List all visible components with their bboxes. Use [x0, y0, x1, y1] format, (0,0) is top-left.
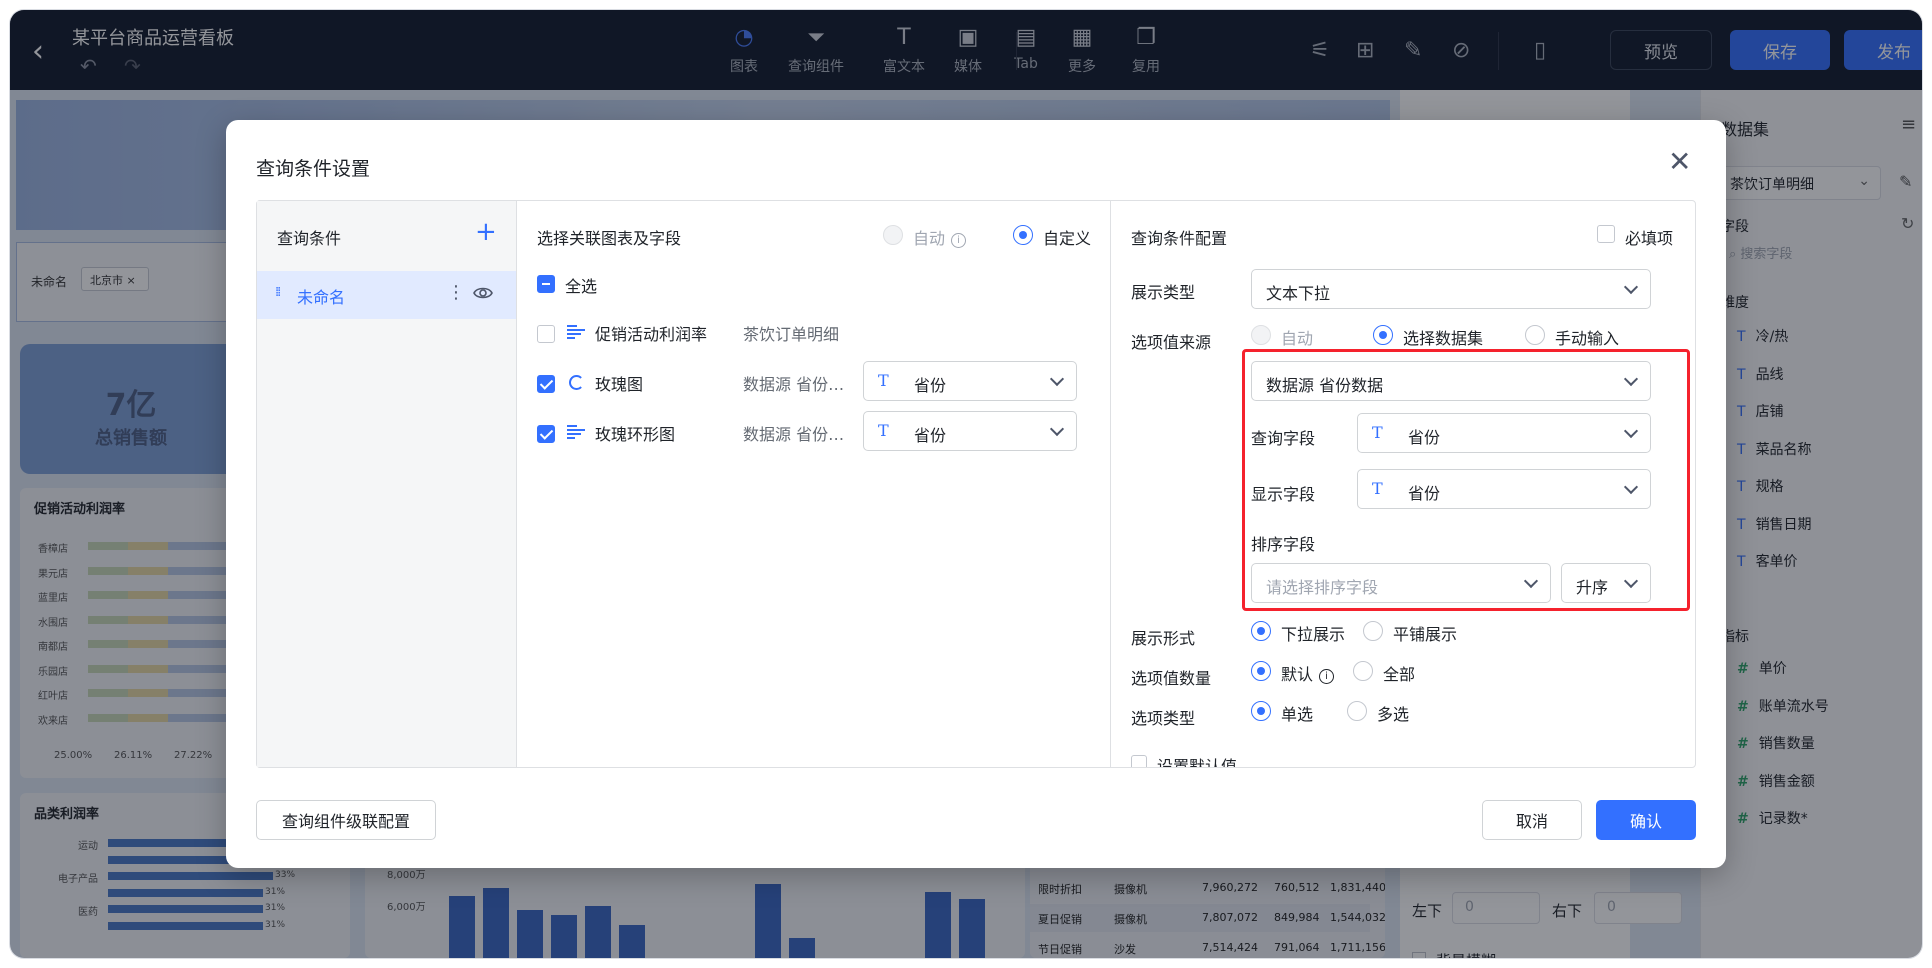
bar-chart-icon — [567, 425, 585, 439]
text-type-icon: T — [878, 421, 889, 440]
dialog-title: 查询条件设置 — [256, 158, 371, 180]
query-field-select[interactable]: T 省份 — [1357, 413, 1651, 453]
linking-column: 选择关联图表及字段 自动 i 自定义 全选 促销活动利润率 茶饮订单明细 玫瑰图 … — [517, 201, 1111, 767]
conditions-column: 查询条件 + ⁞⁞ 未命名 ⋮ — [257, 201, 517, 767]
source-manual-label: 手动输入 — [1555, 329, 1620, 348]
type-single-label: 单选 — [1281, 705, 1314, 724]
source-dataset-select[interactable]: 数据源 省份数据 — [1251, 361, 1651, 401]
linking-title: 选择关联图表及字段 — [537, 229, 682, 248]
query-settings-dialog: 查询条件设置 ✕ 查询条件 + ⁞⁞ 未命名 ⋮ 选择关联图表及字段 自动i — [226, 120, 1726, 868]
source-dataset-radio[interactable] — [1373, 325, 1393, 345]
chart-name: 玫瑰环形图 — [595, 425, 676, 444]
chart-name: 促销活动利润率 — [595, 325, 708, 344]
mode-auto-radio[interactable] — [883, 225, 903, 245]
rose-chart-icon — [569, 375, 584, 390]
source-auto-label: 自动 — [1281, 329, 1314, 348]
cascade-config-button[interactable]: 查询组件级联配置 — [256, 800, 436, 840]
text-type-icon: T — [878, 371, 889, 390]
info-icon: i — [1319, 669, 1335, 684]
close-icon[interactable]: ✕ — [1668, 148, 1691, 176]
default-value-label: 设置默认值 — [1157, 757, 1238, 767]
chart-field-select[interactable]: T 省份 — [863, 411, 1077, 451]
text-type-icon: T — [1372, 479, 1383, 498]
chevron-down-icon — [1623, 423, 1639, 439]
display-form-label: 展示形式 — [1131, 629, 1196, 648]
chart-checkbox[interactable] — [537, 325, 555, 343]
chevron-down-icon — [1049, 371, 1065, 387]
bar-chart-icon — [567, 325, 585, 339]
info-icon: i — [951, 233, 967, 248]
sort-order-select[interactable]: 升序 — [1561, 563, 1651, 603]
cancel-button[interactable]: 取消 — [1482, 800, 1582, 840]
dialog-body: 查询条件 + ⁞⁞ 未命名 ⋮ 选择关联图表及字段 自动 i 自定义 全选 促销… — [256, 200, 1696, 768]
app-window: ‹ 某平台商品运营看板 ↶ ↷ ◔ 图表 ⏷ 查询组件 T 富文本 ▣ 媒体 ▤ Tab ▦ 更多 ❐ 复… — [10, 10, 1922, 958]
chart-name: 玫瑰图 — [595, 375, 644, 394]
mode-auto-label: 自动 i — [913, 225, 967, 249]
type-multi-label: 多选 — [1377, 705, 1410, 724]
chevron-down-icon — [1623, 279, 1639, 295]
chevron-down-icon — [1623, 573, 1639, 589]
form-dropdown-label: 下拉展示 — [1281, 625, 1346, 644]
type-multi-radio[interactable] — [1347, 701, 1367, 721]
text-type-icon: T — [1372, 423, 1383, 442]
source-manual-radio[interactable] — [1525, 325, 1545, 345]
chevron-down-icon — [1049, 421, 1065, 437]
chart-checkbox[interactable] — [537, 375, 555, 393]
conditions-title: 查询条件 — [277, 229, 342, 248]
source-auto-radio[interactable] — [1251, 325, 1271, 345]
chart-dataset: 茶饮订单明细 — [743, 325, 840, 344]
query-field-label: 查询字段 — [1251, 429, 1316, 448]
select-all-checkbox[interactable] — [537, 275, 555, 293]
chart-dataset: 数据源 省份… — [743, 425, 845, 444]
chart-dataset: 数据源 省份… — [743, 375, 845, 394]
sort-field-label: 排序字段 — [1251, 535, 1316, 554]
config-column: 查询条件配置 必填项 展示类型 文本下拉 选项值来源 自动 选择数据集 手动输入… — [1111, 201, 1695, 767]
condition-item[interactable]: ⁞⁞ 未命名 ⋮ — [257, 271, 516, 319]
count-all-radio[interactable] — [1353, 661, 1373, 681]
form-tiled-radio[interactable] — [1363, 621, 1383, 641]
source-label: 选项值来源 — [1131, 333, 1212, 352]
count-label: 选项值数量 — [1131, 669, 1212, 688]
required-checkbox[interactable] — [1597, 225, 1615, 243]
required-label: 必填项 — [1625, 229, 1674, 248]
source-dataset-label: 选择数据集 — [1403, 329, 1484, 348]
add-condition-icon[interactable]: + — [475, 217, 497, 247]
count-all-label: 全部 — [1383, 665, 1416, 684]
chevron-down-icon — [1523, 573, 1539, 589]
confirm-button[interactable]: 确认 — [1596, 800, 1696, 840]
more-vertical-icon[interactable]: ⋮ — [447, 282, 465, 303]
type-single-radio[interactable] — [1251, 701, 1271, 721]
drag-handle-icon[interactable]: ⁞⁞ — [275, 285, 281, 300]
count-default-radio[interactable] — [1251, 661, 1271, 681]
chevron-down-icon — [1623, 479, 1639, 495]
option-type-label: 选项类型 — [1131, 709, 1196, 728]
sort-field-select[interactable]: 请选择排序字段 — [1251, 563, 1551, 603]
chart-checkbox[interactable] — [537, 425, 555, 443]
display-field-label: 显示字段 — [1251, 485, 1316, 504]
condition-name: 未命名 — [297, 288, 346, 307]
display-type-select[interactable]: 文本下拉 — [1251, 269, 1651, 309]
form-tiled-label: 平铺展示 — [1393, 625, 1458, 644]
mode-custom-label: 自定义 — [1043, 229, 1092, 248]
display-field-select[interactable]: T 省份 — [1357, 469, 1651, 509]
form-dropdown-radio[interactable] — [1251, 621, 1271, 641]
chevron-down-icon — [1623, 371, 1639, 387]
display-type-label: 展示类型 — [1131, 283, 1196, 302]
select-all-label: 全选 — [565, 277, 598, 296]
eye-icon[interactable] — [473, 283, 493, 303]
count-default-label: 默认 i — [1281, 661, 1335, 685]
mode-custom-radio[interactable] — [1013, 225, 1033, 245]
chart-field-select[interactable]: T 省份 — [863, 361, 1077, 401]
default-value-checkbox[interactable] — [1131, 755, 1147, 767]
config-title: 查询条件配置 — [1131, 229, 1228, 248]
